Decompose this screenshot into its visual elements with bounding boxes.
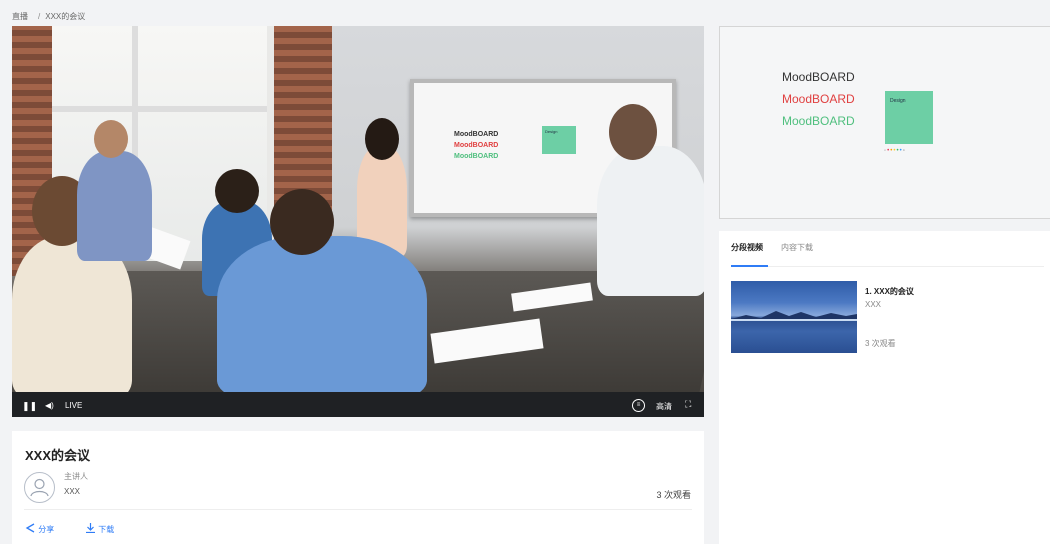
download-label: 下载 (98, 525, 115, 534)
person-man-center (217, 236, 427, 392)
user-icon (30, 478, 49, 497)
fullscreen-icon[interactable]: ⛶ (685, 399, 691, 410)
side-panel: 分段视频 内容下载 1. XXX的会议 XXX 3 次观看 (719, 231, 1050, 544)
pause-icon[interactable]: ❚❚ (22, 401, 37, 412)
person-head (270, 189, 334, 255)
board-sticky-note: Design (542, 126, 576, 154)
segment-views: 3 次观看 (865, 339, 896, 348)
presenter-role: 主讲人 (64, 472, 88, 481)
avatar (24, 472, 55, 503)
segment-subtitle: XXX (865, 300, 882, 309)
preview-color-palette: ◦•••••▫ (884, 148, 906, 154)
person-man-standing-left (77, 151, 152, 261)
segment-title: 1. XXX的会议 (865, 287, 914, 296)
tab-divider (731, 266, 1044, 267)
share-icon (25, 523, 35, 533)
danmaku-icon[interactable]: ≡ (632, 399, 645, 412)
person-man-right (597, 146, 704, 296)
breadcrumb-separator: / (38, 12, 41, 21)
video-frame: MoodBOARD MoodBOARD MoodBOARD Design (12, 26, 704, 392)
board-text-2: MoodBOARD (454, 142, 499, 149)
share-button[interactable]: 分享 (25, 523, 54, 535)
volume-icon[interactable]: ◀) (45, 401, 54, 410)
preview-sticky-note: Design (885, 91, 933, 144)
preview-text-2: MoodBOARD (782, 92, 855, 106)
board-text-1: MoodBOARD (454, 131, 499, 138)
quality-selector[interactable]: 高清 (656, 401, 672, 412)
tab-active-indicator (731, 265, 768, 267)
board-note-text: Design (545, 129, 558, 134)
share-label: 分享 (38, 525, 55, 534)
segment-thumbnail (731, 281, 857, 353)
breadcrumb-root[interactable]: 直播 (12, 12, 28, 21)
preview-text-3: MoodBOARD (782, 114, 855, 128)
meeting-info-card: XXX的会议 主讲人 XXX 3 次观看 分享 下载 (12, 431, 704, 544)
meeting-title: XXX的会议 (25, 448, 91, 463)
board-preview[interactable]: MoodBOARD MoodBOARD MoodBOARD Design ◦••… (719, 26, 1050, 219)
board-text-3: MoodBOARD (454, 153, 499, 160)
preview-text-1: MoodBOARD (782, 70, 855, 84)
view-count: 3 次观看 (656, 490, 691, 500)
control-bar (12, 392, 704, 417)
live-label: LIVE (65, 401, 83, 410)
download-icon (86, 523, 95, 534)
mountain-lake-image (731, 311, 857, 321)
breadcrumb-current: XXX的会议 (45, 12, 86, 21)
download-button[interactable]: 下载 (85, 523, 114, 535)
video-player[interactable]: MoodBOARD MoodBOARD MoodBOARD Design ❚❚ … (12, 26, 704, 417)
tab-content-download[interactable]: 内容下载 (781, 242, 813, 253)
tab-segment-video[interactable]: 分段视频 (731, 242, 763, 253)
divider (24, 509, 692, 510)
person-head (365, 118, 399, 160)
segment-item[interactable]: 1. XXX的会议 XXX 3 次观看 (731, 281, 1031, 354)
preview-note-text: Design (890, 98, 906, 104)
person-head (215, 169, 259, 213)
person-head (609, 104, 657, 160)
breadcrumb: 直播 / XXX的会议 (12, 11, 85, 22)
presenter-name: XXX (64, 487, 81, 496)
person-head (94, 120, 128, 158)
